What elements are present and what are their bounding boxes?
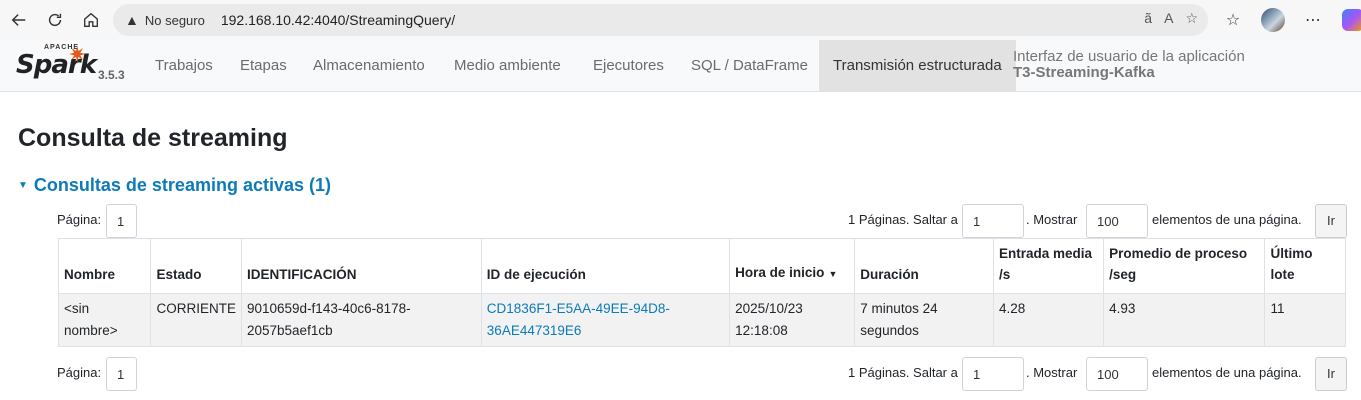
spark-star-icon: ✷ <box>68 42 87 67</box>
tab-transmision-estructurada[interactable]: Transmisión estructurada <box>819 40 1016 92</box>
tab-almacenamiento[interactable]: Almacenamiento <box>313 40 425 92</box>
profile-avatar-icon[interactable] <box>1258 5 1288 35</box>
page-size-input[interactable]: 100 <box>1086 204 1148 238</box>
warning-icon: ▲ <box>125 12 139 28</box>
jump-input[interactable]: 1 <box>962 204 1024 238</box>
cell-id-ejecucion: CD1836F1-E5AA-49EE-94D8-36AE447319E6 <box>480 293 731 347</box>
show-text: . Mostrar <box>1026 365 1078 380</box>
sort-desc-icon: ▼ <box>828 269 838 279</box>
col-identificacion[interactable]: IDENTIFICACIÓN <box>241 238 482 294</box>
app-name: T3-Streaming-Kafka <box>1013 64 1155 81</box>
favorites-icon[interactable]: ☆ <box>1218 5 1248 35</box>
cell-estado: CORRIENTE <box>150 293 242 347</box>
cell-entrada-media: 4.28 <box>993 293 1105 347</box>
section-toggle[interactable]: ▼ Consultas de streaming activas (1) <box>18 175 331 196</box>
tab-sql-dataframe[interactable]: SQL / DataFrame <box>691 40 808 92</box>
streaming-queries-table: Nombre Estado IDENTIFICACIÓN ID de ejecu… <box>57 238 1346 347</box>
page-label: Página: <box>57 365 102 380</box>
col-estado[interactable]: Estado <box>150 238 242 294</box>
app-title: Interfaz de usuario de la aplicación T3-… <box>1013 48 1245 81</box>
reload-icon[interactable] <box>38 5 72 35</box>
cell-promedio-proceso: 4.93 <box>1103 293 1266 347</box>
go-button[interactable]: Ir <box>1315 204 1347 238</box>
col-promedio-proceso[interactable]: Promedio de proceso /seg <box>1103 238 1266 294</box>
pages-text: 1 Páginas. Saltar a <box>848 212 958 227</box>
section-title: Consultas de streaming activas (1) <box>33 175 332 195</box>
caret-down-icon: ▼ <box>18 180 28 191</box>
spark-logo[interactable]: APACHE Spark ✷ 3.5.3 <box>16 42 126 88</box>
table-row: <sin nombre> CORRIENTE 9010659d-f143-40c… <box>57 293 1346 347</box>
home-icon[interactable] <box>74 5 108 35</box>
back-icon[interactable] <box>2 5 36 35</box>
cell-hora-inicio: 2025/10/23 12:18:08 <box>729 293 856 347</box>
tab-ejecutores[interactable]: Ejecutores <box>593 40 664 92</box>
cell-ultimo-lote: 11 <box>1264 293 1346 347</box>
go-button[interactable]: Ir <box>1315 357 1347 391</box>
more-icon[interactable]: ⋯ <box>1298 5 1328 35</box>
tab-etapas[interactable]: Etapas <box>240 40 287 92</box>
address-bar[interactable]: ▲ No seguro 192.168.10.42:4040/Streaming… <box>113 4 1208 36</box>
spark-navbar: APACHE Spark ✷ 3.5.3 Trabajos Etapas Alm… <box>0 40 1361 92</box>
col-id-ejecucion[interactable]: ID de ejecución <box>480 238 731 294</box>
tab-medio-ambiente[interactable]: Medio ambiente <box>454 40 561 92</box>
show-text: . Mostrar <box>1026 212 1078 227</box>
col-nombre[interactable]: Nombre <box>57 238 152 294</box>
copilot-icon[interactable] <box>1338 5 1361 35</box>
spark-version: 3.5.3 <box>98 68 125 82</box>
read-aloud-icon[interactable]: A <box>1164 10 1173 27</box>
favorite-star-icon[interactable]: ☆ <box>1185 10 1198 27</box>
pages-text: 1 Páginas. Saltar a <box>848 365 958 380</box>
col-ultimo-lote[interactable]: Último lote <box>1264 238 1346 294</box>
run-id-link[interactable]: CD1836F1-E5AA-49EE-94D8-36AE447319E6 <box>487 301 670 338</box>
col-duracion[interactable]: Duración <box>854 238 995 294</box>
url-text[interactable]: 192.168.10.42:4040/StreamingQuery/ <box>221 12 455 28</box>
jump-input[interactable]: 1 <box>962 357 1024 391</box>
cell-identificacion: 9010659d-f143-40c6-8178-2057b5aef1cb <box>241 293 482 347</box>
per-page-text: elementos de una página. <box>1152 212 1302 227</box>
per-page-text: elementos de una página. <box>1152 365 1302 380</box>
col-entrada-media[interactable]: Entrada media /s <box>993 238 1105 294</box>
pager-bottom: Página: 1 1 Páginas. Saltar a 1 . Mostra… <box>57 357 1347 391</box>
security-label: No seguro <box>144 12 205 28</box>
browser-toolbar: ▲ No seguro 192.168.10.42:4040/Streaming… <box>0 0 1361 40</box>
page-label: Página: <box>57 212 102 227</box>
page-input[interactable]: 1 <box>106 357 137 391</box>
col-hora-inicio[interactable]: Hora de inicio ▼ <box>729 238 856 294</box>
page-size-input[interactable]: 100 <box>1086 357 1148 391</box>
tab-trabajos[interactable]: Trabajos <box>155 40 213 92</box>
translate-icon[interactable]: ã <box>1144 10 1152 27</box>
cell-nombre: <sin nombre> <box>57 293 152 347</box>
page-input[interactable]: 1 <box>106 204 137 238</box>
table-header-row: Nombre Estado IDENTIFICACIÓN ID de ejecu… <box>57 238 1346 294</box>
cell-duracion: 7 minutos 24 segundos <box>854 293 995 347</box>
pager-top: Página: 1 1 Páginas. Saltar a 1 . Mostra… <box>57 204 1347 238</box>
page-title: Consulta de streaming <box>18 124 288 152</box>
